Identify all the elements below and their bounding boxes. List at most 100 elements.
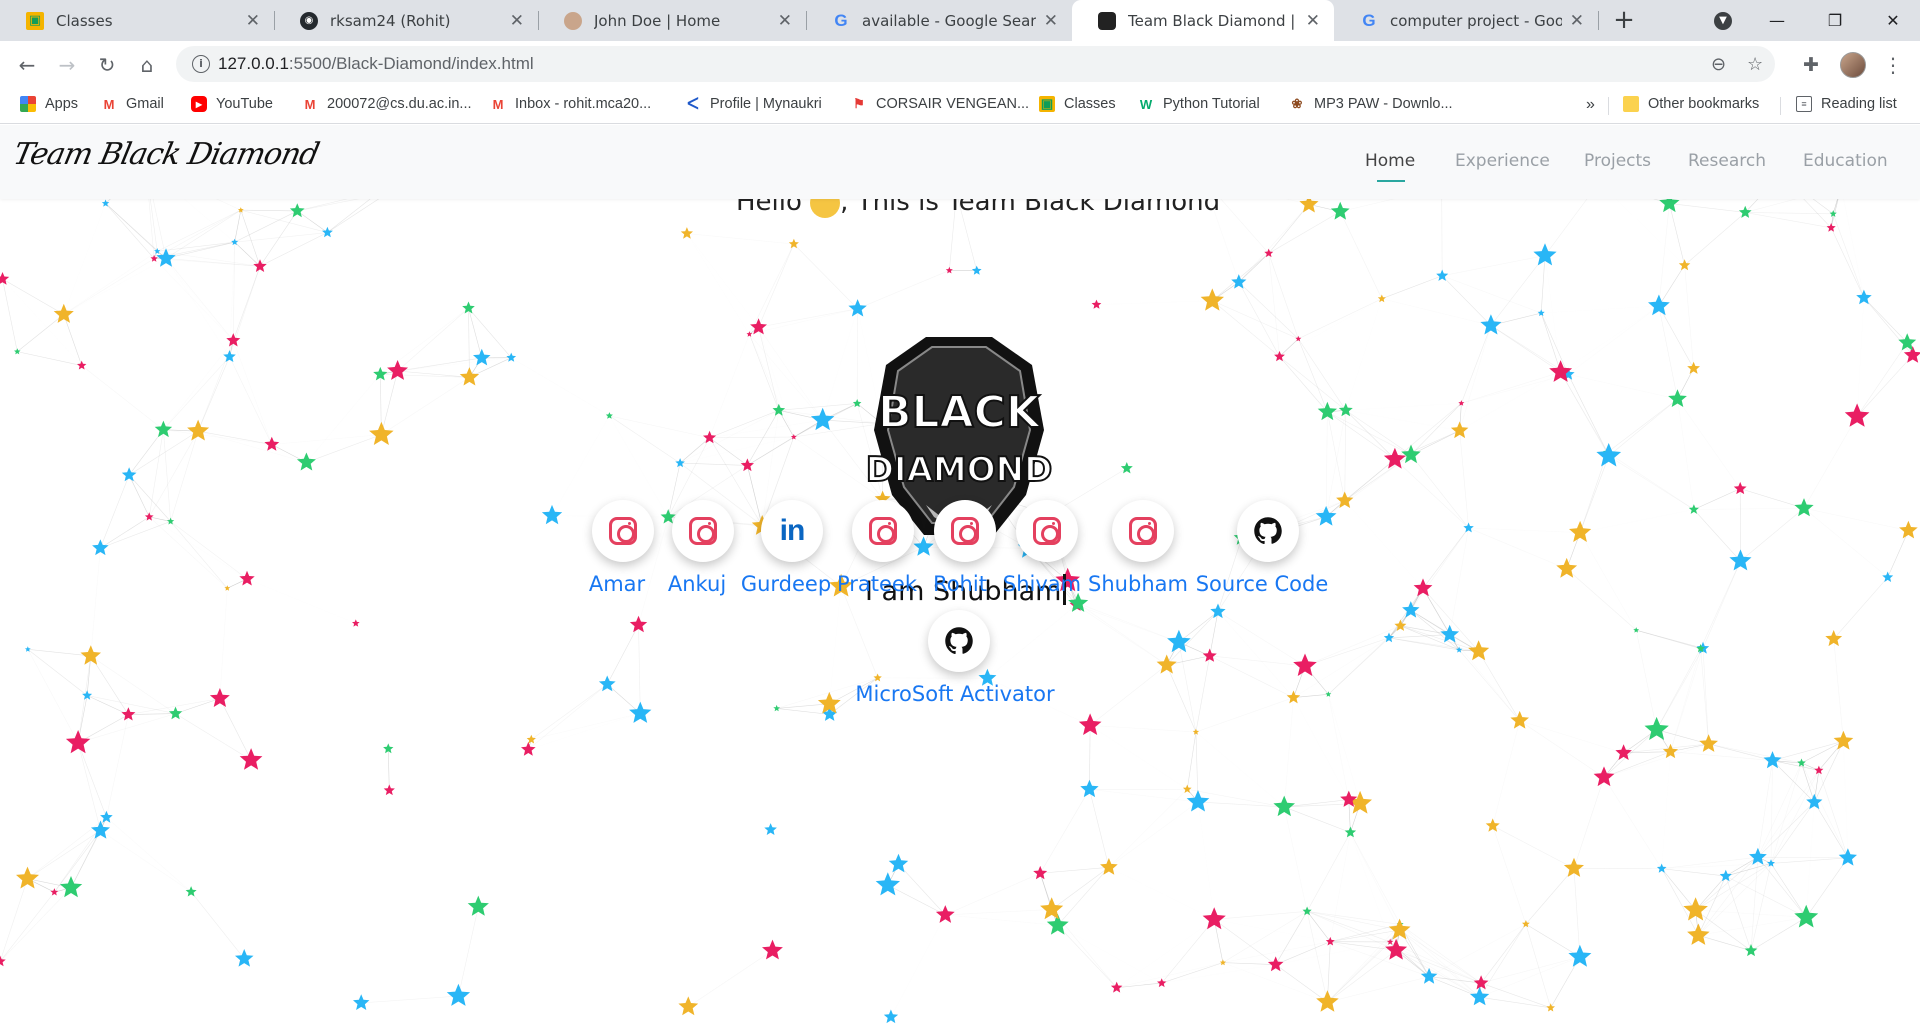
chevron-down-icon: ▼ — [1714, 11, 1732, 30]
tab-github[interactable]: ◉ rksam24 (Rohit) ✕ — [274, 0, 538, 41]
social-amar-button[interactable] — [592, 500, 654, 562]
social-prateek-label[interactable]: Prateek — [837, 572, 917, 596]
bookmark-apps[interactable]: Apps — [20, 96, 78, 112]
reading-list[interactable]: ≡ Reading list — [1796, 96, 1897, 112]
zoom-icon[interactable]: ⊖ — [1711, 54, 1726, 75]
star-link — [1636, 629, 1701, 649]
star-link — [149, 516, 228, 589]
star-link — [106, 714, 129, 818]
gmail-icon: M — [492, 96, 504, 112]
bookmark-python-tutorial[interactable]: W Python Tutorial — [1138, 96, 1260, 112]
social-microsoft-activator-button[interactable] — [928, 610, 990, 672]
social-source-code-label[interactable]: Source Code — [1196, 572, 1329, 596]
social-prateek-button[interactable] — [852, 500, 914, 562]
star-link — [163, 340, 234, 430]
star-link — [1279, 356, 1346, 411]
extensions-puzzle-icon[interactable]: ✚ — [1796, 50, 1826, 80]
classroom-icon: ▣ — [26, 11, 44, 30]
star-particle — [352, 619, 360, 627]
nav-home[interactable]: Home — [1365, 151, 1415, 171]
bookmarks-overflow-button[interactable]: » — [1586, 96, 1595, 114]
close-tab-icon[interactable]: ✕ — [1044, 11, 1058, 31]
close-tab-icon[interactable]: ✕ — [1306, 11, 1320, 31]
social-gurdeep-button[interactable]: in — [761, 500, 823, 562]
site-logo[interactable]: Team Black Diamond — [10, 137, 321, 172]
social-ankuj-label[interactable]: Ankuj — [668, 572, 726, 596]
social-gurdeep-label[interactable]: Gurdeep — [741, 572, 831, 596]
star-link — [1389, 941, 1480, 998]
minimize-button[interactable]: — — [1746, 0, 1808, 41]
social-microsoft-activator-label[interactable]: MicroSoft Activator — [855, 682, 1054, 706]
star-link — [1770, 863, 1807, 918]
nav-research[interactable]: Research — [1688, 151, 1766, 171]
star-particle — [264, 436, 280, 451]
social-shubham-button[interactable] — [1112, 500, 1174, 562]
tab-classes[interactable]: ▣ Classes ✕ — [0, 0, 274, 41]
bookmark-gmail[interactable]: M Gmail — [101, 96, 164, 112]
kebab-menu-icon[interactable]: ⋮ — [1883, 50, 1903, 80]
reload-button[interactable]: ↻ — [92, 50, 122, 80]
star-link — [234, 232, 328, 243]
close-tab-icon[interactable]: ✕ — [510, 11, 524, 31]
tab-google-available[interactable]: G available - Google Search ✕ — [806, 0, 1072, 41]
star-particle — [1767, 859, 1775, 867]
star-link — [1198, 802, 1214, 920]
star-link — [219, 588, 228, 699]
social-shubham-label[interactable]: Shubham — [1088, 572, 1188, 596]
social-rohit-label[interactable]: Rohit — [933, 572, 987, 596]
nav-projects[interactable]: Projects — [1584, 151, 1651, 171]
tab-google-computer-project[interactable]: G computer project - Google ✕ — [1334, 0, 1598, 41]
bookmark-naukri[interactable]: ᐸ Profile | Mynaukri — [685, 96, 822, 113]
home-button[interactable]: ⌂ — [132, 50, 162, 80]
restore-button[interactable]: ❐ — [1804, 0, 1866, 41]
url-text[interactable]: 127.0.0.1:5500/Black-Diamond/index.html — [218, 54, 534, 74]
nav-experience[interactable]: Experience — [1455, 151, 1550, 171]
close-tab-icon[interactable]: ✕ — [1570, 11, 1584, 31]
bookmark-star-icon[interactable]: ☆ — [1747, 54, 1763, 75]
bookmark-corsair[interactable]: ⚑ CORSAIR VENGEAN... — [851, 96, 1029, 112]
bookmark-du-mail[interactable]: M 200072@cs.du.ac.in... — [302, 96, 472, 112]
social-shivam-button[interactable] — [1016, 500, 1078, 562]
social-source-code-button[interactable] — [1237, 500, 1299, 562]
star-particle — [1344, 826, 1357, 838]
instagram-icon — [951, 517, 979, 545]
bookmark-mp3paw[interactable]: ❀ MP3 PAW - Downlo... — [1289, 96, 1453, 112]
social-shivam-label[interactable]: Shivam — [1003, 572, 1081, 596]
other-bookmarks[interactable]: Other bookmarks — [1623, 96, 1759, 112]
close-window-button[interactable]: ✕ — [1862, 0, 1920, 41]
nav-education[interactable]: Education — [1803, 151, 1888, 171]
star-link — [1306, 832, 1351, 912]
tab-search-button[interactable]: ▼ — [1692, 0, 1754, 41]
star-particle — [1455, 646, 1463, 653]
star-link — [1702, 648, 1709, 745]
bookmark-youtube[interactable]: ▶ YouTube — [191, 96, 273, 112]
star-link — [1658, 305, 1694, 369]
site-info-icon[interactable]: i — [192, 55, 210, 73]
bookmark-classes[interactable]: ▣ Classes — [1039, 96, 1116, 112]
star-link — [1449, 527, 1469, 635]
star-particle — [467, 895, 489, 916]
star-link — [1700, 560, 1741, 649]
profile-avatar[interactable] — [1840, 52, 1866, 78]
omnibox[interactable]: i 127.0.0.1:5500/Black-Diamond/index.htm… — [176, 46, 1775, 82]
tab-team-black-diamond[interactable]: Team Black Diamond | Home ✕ — [1072, 0, 1334, 41]
star-link — [607, 684, 641, 714]
social-ankuj-button[interactable] — [672, 500, 734, 562]
forward-button[interactable]: → — [52, 50, 82, 80]
instagram-icon — [609, 517, 637, 545]
close-tab-icon[interactable]: ✕ — [246, 11, 260, 31]
star-particle — [296, 452, 316, 471]
star-link — [1268, 211, 1341, 254]
social-rohit-button[interactable] — [934, 500, 996, 562]
star-link — [1329, 832, 1351, 942]
star-link — [1857, 298, 1864, 417]
star-particle — [353, 994, 370, 1010]
star-link — [175, 698, 220, 714]
close-tab-icon[interactable]: ✕ — [778, 11, 792, 31]
new-tab-button[interactable]: + — [1610, 7, 1638, 35]
star-link — [1833, 638, 1844, 742]
back-button[interactable]: ← — [12, 50, 42, 80]
tab-john-doe[interactable]: John Doe | Home ✕ — [538, 0, 806, 41]
bookmark-inbox[interactable]: M Inbox - rohit.mca20... — [490, 96, 652, 112]
social-amar-label[interactable]: Amar — [589, 572, 645, 596]
